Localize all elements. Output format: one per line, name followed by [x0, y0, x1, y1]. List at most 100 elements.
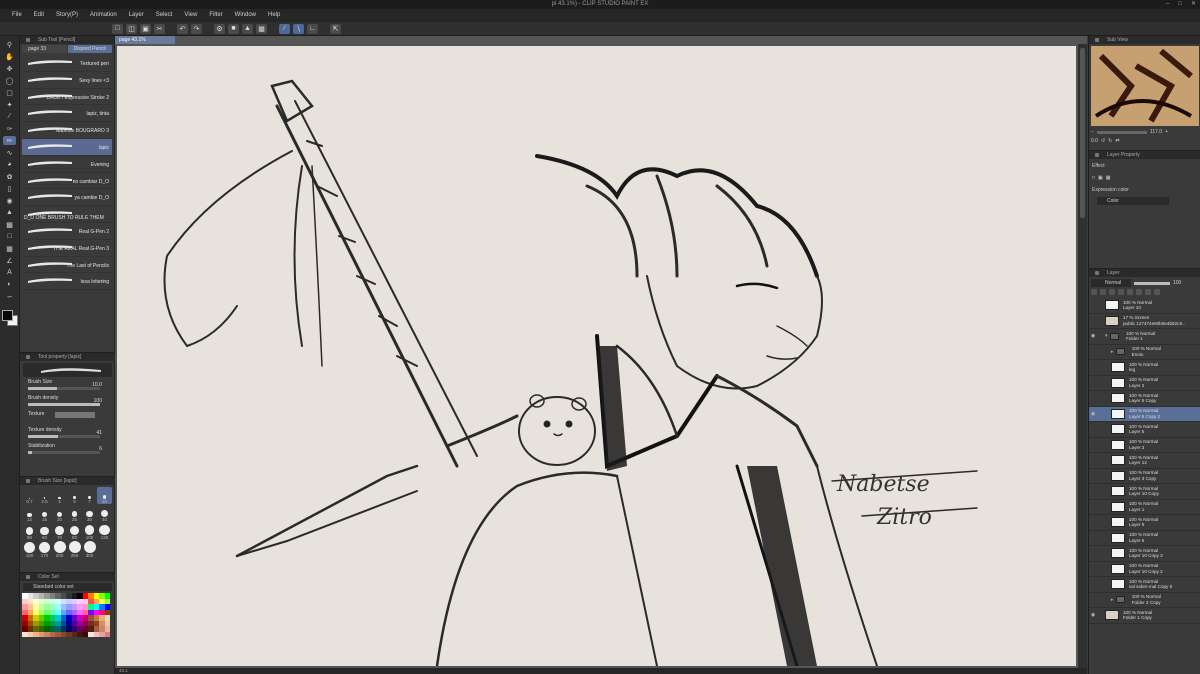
brush-size-option[interactable]: 10 [97, 487, 112, 504]
zoom-out-icon[interactable]: − [1091, 129, 1094, 135]
visibility-eye-icon[interactable]: ◉ [1089, 612, 1097, 618]
texture-swatch[interactable] [55, 412, 95, 418]
brush-size-option[interactable]: 15 [37, 505, 52, 522]
subtool-tab-dispred-pencil[interactable]: Dispred Pencil [67, 45, 112, 53]
brush-item[interactable]: lapiz, tinta [22, 105, 112, 123]
brush-size-option[interactable]: 5 [67, 487, 82, 504]
brush-item[interactable]: lapiz [22, 138, 112, 156]
new-folder-icon[interactable] [1145, 289, 1151, 295]
layer-row[interactable]: ▸ 100 % Normal Folder 2 Copy [1089, 593, 1200, 608]
expression-color-dropdown[interactable]: Color [1097, 197, 1169, 205]
menu-filter[interactable]: Filter [203, 9, 228, 22]
settings-icon[interactable]: ⚙ [214, 23, 225, 34]
menu-help[interactable]: Help [262, 9, 286, 22]
layer-row[interactable]: ▸ 100 % Normal Ennio [1089, 345, 1200, 360]
brush-size-option[interactable]: 0.7 [22, 487, 37, 504]
rotate-right-icon[interactable]: ↻ [1108, 138, 1112, 144]
blend-tool-icon[interactable]: ◉ [3, 196, 16, 205]
clear-icon[interactable]: ■ [228, 23, 239, 34]
brush-size-option[interactable]: 30 [82, 505, 97, 522]
color-swatch[interactable] [104, 631, 110, 637]
brush-size-option[interactable]: 60 [37, 523, 52, 540]
layer-row[interactable]: 100 % Normal Layer 9 [1089, 515, 1200, 531]
opacity-slider[interactable] [1134, 281, 1170, 285]
blend-mode-dropdown[interactable]: Normal [1091, 279, 1131, 287]
fill-tool-icon[interactable]: ▲ [3, 208, 16, 217]
grid-icon[interactable]: ▦ [256, 23, 267, 34]
main-color-swatch[interactable] [1, 310, 13, 321]
brush-size-option[interactable]: 20 [52, 505, 67, 522]
layer-row[interactable]: 100 % Normal Layer 2 [1089, 376, 1200, 391]
minimize-icon[interactable]: – [1166, 0, 1169, 9]
layer-row[interactable]: 100 % Normal Layer 12 [1089, 453, 1200, 469]
rotate-left-icon[interactable]: ↺ [1101, 138, 1105, 144]
brush-size-option[interactable]: 2.5 [37, 487, 52, 504]
layer-row[interactable]: ◉ 100 % Normal Folder 1 Copy [1089, 608, 1200, 624]
scrollbar-thumb[interactable] [1080, 48, 1085, 218]
menu-layer[interactable]: Layer [123, 9, 150, 22]
brush-size-option[interactable]: 120 [97, 523, 112, 540]
figure-tool-icon[interactable]: □ [3, 232, 16, 241]
balloon-tool-icon[interactable]: ◐ [3, 280, 16, 289]
canvas-paper[interactable]: Nabetse Zitro [117, 46, 1076, 666]
layer-row[interactable]: 100 % Normal Layer 3 Copy [1089, 469, 1200, 484]
zoom-tool-icon[interactable]: ⚲ [3, 40, 16, 49]
eraser-icon[interactable]: ▯ [3, 184, 16, 193]
color-set-dropdown[interactable]: Standard color set [23, 583, 112, 591]
brush-density-slider[interactable]: Brush density 100 [23, 395, 112, 409]
save-icon[interactable]: ▣ [140, 23, 151, 34]
menu-edit[interactable]: Edit [28, 9, 50, 22]
brush-size-option[interactable]: 80 [67, 523, 82, 540]
layer-row[interactable]: 100 % Normal Layer 6 [1089, 531, 1200, 546]
menu-animation[interactable]: Animation [84, 9, 123, 22]
lock-icon[interactable] [1109, 289, 1115, 295]
snap-grid-icon[interactable]: ∟ [307, 23, 318, 34]
ruler-tool-icon[interactable]: ∠ [3, 256, 16, 265]
airbrush-icon[interactable]: ◕ [3, 160, 16, 169]
brush-size-option[interactable]: 250 [67, 541, 82, 558]
brush-size-option[interactable]: 25 [67, 505, 82, 522]
menu-view[interactable]: View [178, 9, 203, 22]
brush-item[interactable]: DAUB / Expressive Stroke 2 [22, 88, 112, 106]
texture-density-slider[interactable]: Texture density 41 [23, 427, 112, 441]
layer-row[interactable]: 100 % Normal Layer 5 Copy [1089, 391, 1200, 407]
mask-icon[interactable] [1127, 289, 1133, 295]
visibility-eye-icon[interactable]: ◉ [1089, 411, 1097, 417]
correct-line-icon[interactable]: ∽ [3, 292, 16, 301]
brush-item[interactable]: ya cambie D_O [22, 189, 112, 207]
redo-icon[interactable]: ↷ [191, 23, 202, 34]
brush-size-option[interactable]: 12 [22, 505, 37, 522]
brush-size-option[interactable]: 7 [82, 487, 97, 504]
layer-row[interactable]: ◉ ▾ 100 % Normal Folder 1 [1089, 329, 1200, 345]
brush-item[interactable]: Evening [22, 155, 112, 173]
brush-size-option[interactable]: 170 [37, 541, 52, 558]
brush-size-option[interactable]: 4 [52, 487, 67, 504]
fill-icon[interactable]: ▲ [242, 23, 253, 34]
visibility-eye-icon[interactable]: ◉ [1089, 333, 1097, 339]
layer-row[interactable]: 100 % Normal Layer 10 [1089, 298, 1200, 314]
brush-size-option[interactable]: 200 [52, 541, 67, 558]
brush-size-option[interactable]: 40 [97, 505, 112, 522]
cut-icon[interactable]: ✂ [154, 23, 165, 34]
layer-row[interactable]: 100 % Normal val sobre mal Copy 5 [1089, 577, 1200, 593]
gradient-icon[interactable]: ▩ [3, 220, 16, 229]
tone-icon[interactable]: ▦ [1106, 175, 1111, 181]
reference-layer-icon[interactable] [1100, 289, 1106, 295]
menu-story-p-[interactable]: Story(P) [50, 9, 84, 22]
stabilization-slider[interactable]: Stabilization 6 [23, 443, 112, 457]
brush-item[interactable]: The Last of Pencils [22, 256, 112, 274]
brush-size-option[interactable]: 50 [22, 523, 37, 540]
layer-row[interactable]: 100 % Normal Layer 10 Copy 2 [1089, 562, 1200, 577]
hand-tool-icon[interactable]: ✋ [3, 52, 16, 61]
lock-transparency-icon[interactable] [1118, 289, 1124, 295]
brush-item[interactable]: D_O ONE BRUSH TO RULE THEM [22, 206, 112, 223]
pencil-tool-icon[interactable]: ✏ [3, 136, 16, 145]
texture-row[interactable]: Texture [23, 411, 112, 425]
layer-row[interactable]: 100 % Normal Layer 3 [1089, 438, 1200, 453]
layer-row[interactable]: 100 % Normal Layer 10 Copy 3 [1089, 546, 1200, 562]
selection-tool-icon[interactable]: ▢ [3, 88, 16, 97]
new-file-icon[interactable]: □ [112, 23, 123, 34]
brush-item[interactable]: Nabetse BOUGRARO 3 [22, 122, 112, 139]
new-layer-icon[interactable] [1136, 289, 1142, 295]
layer-row[interactable]: 100 % Normal Layer 10 Copy [1089, 484, 1200, 500]
